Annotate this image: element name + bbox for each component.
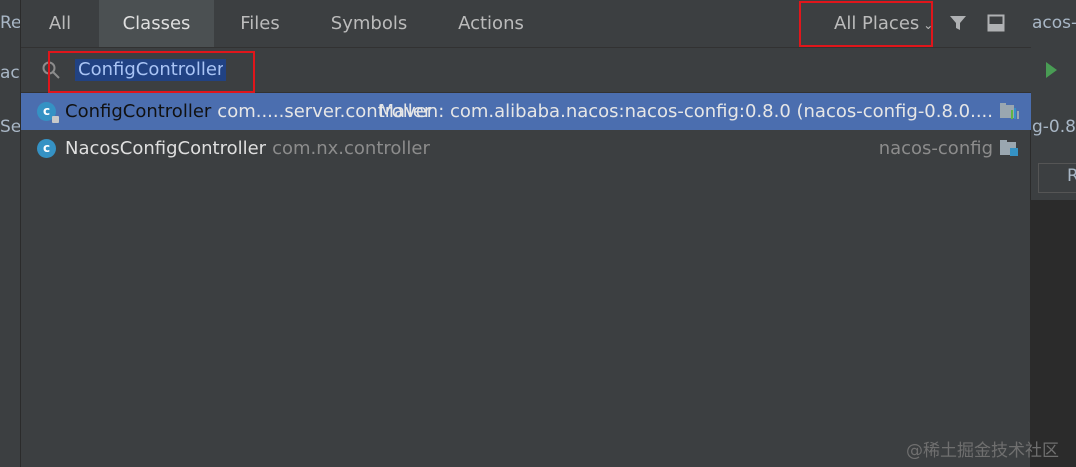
bg-fragment: R xyxy=(1067,166,1076,186)
bg-fragment: Re xyxy=(0,13,22,33)
bg-fragment: Se xyxy=(0,117,22,137)
results-list: c ConfigController com.....server.control… xyxy=(21,93,1031,167)
watermark: @稀土掘金技术社区 xyxy=(906,441,1059,461)
package-name: com.nx.controller xyxy=(272,138,430,159)
tab-symbols[interactable]: Symbols xyxy=(324,0,414,47)
tab-all[interactable]: All xyxy=(35,0,85,47)
search-everywhere-popup: All Classes Files Symbols Actions All Pl… xyxy=(20,0,1031,467)
tab-actions[interactable]: Actions xyxy=(451,0,531,47)
bg-fragment: g-0.8. xyxy=(1032,117,1076,137)
highlight-box xyxy=(48,51,255,93)
location-label: nacos-config xyxy=(878,138,993,159)
highlight-box xyxy=(799,1,933,47)
class-icon: c xyxy=(37,139,56,158)
list-item[interactable]: c NacosConfigController com.nx.controller… xyxy=(21,130,1031,167)
module-folder-icon xyxy=(1000,140,1018,156)
tab-classes[interactable]: Classes xyxy=(99,0,214,47)
search-row xyxy=(21,48,1031,93)
run-icon[interactable] xyxy=(1046,62,1057,78)
filter-icon[interactable] xyxy=(949,14,967,32)
list-item[interactable]: c ConfigController com.....server.control… xyxy=(21,93,1031,130)
ide-editor-area xyxy=(1031,200,1076,467)
bg-panel-button[interactable]: R xyxy=(1038,163,1076,193)
location-label: Maven: com.alibaba.nacos:nacos-config:0.… xyxy=(378,101,994,122)
tab-bar: All Classes Files Symbols Actions All Pl… xyxy=(21,0,1031,48)
class-name: NacosConfigController xyxy=(65,138,267,159)
class-name: ConfigController xyxy=(65,101,212,122)
preview-panel-icon[interactable] xyxy=(987,14,1005,32)
library-icon xyxy=(1000,103,1019,119)
class-icon: c xyxy=(37,102,59,123)
bg-fragment: acos- xyxy=(1032,13,1076,33)
tab-files[interactable]: Files xyxy=(231,0,289,47)
